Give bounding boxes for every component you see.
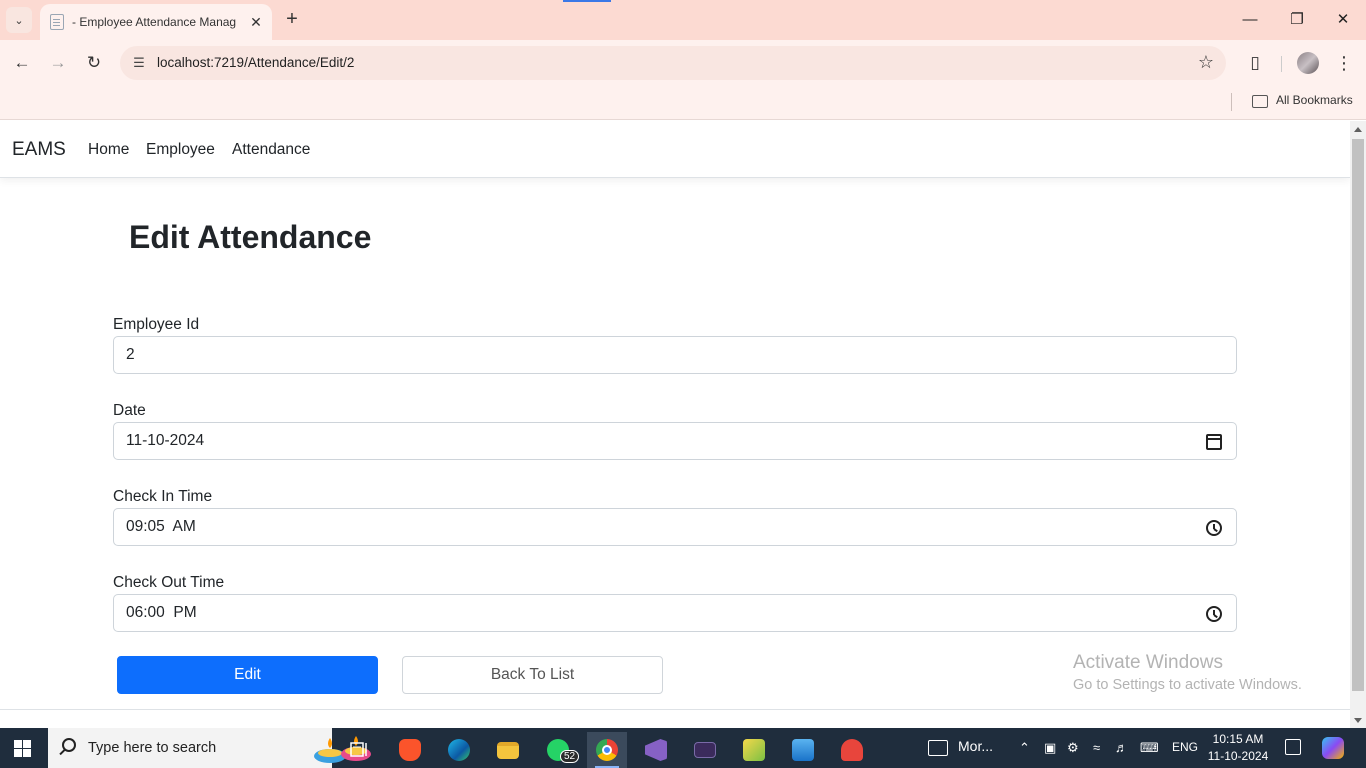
close-window-button[interactable]: ✕	[1331, 8, 1355, 32]
check-in-time-value: 09:05 AM	[126, 518, 196, 535]
copilot-icon[interactable]	[1322, 737, 1344, 759]
check-out-time-input[interactable]: 06:00 PM	[113, 594, 1237, 632]
forward-arrow-icon[interactable]: →	[46, 51, 70, 75]
back-to-list-button[interactable]: Back To List	[402, 656, 663, 694]
employee-id-label: Employee Id	[113, 316, 200, 333]
date-input[interactable]: 11-10-2024	[113, 422, 1237, 460]
tab-title: - Employee Attendance Manag	[72, 15, 237, 29]
activate-windows-subtitle: Go to Settings to activate Windows.	[1073, 677, 1302, 693]
browser-tabstrip: ⌄ - Employee Attendance Manag ✕ + — ❐ ✕	[0, 0, 1366, 40]
volume-icon[interactable]: ♬	[1115, 740, 1128, 755]
new-tab-button[interactable]: +	[280, 8, 304, 32]
scroll-up-icon[interactable]	[1354, 127, 1362, 132]
clock-icon[interactable]	[1206, 606, 1222, 622]
employee-id-input[interactable]: 2	[113, 336, 1237, 374]
check-out-time-value: 06:00 PM	[126, 604, 197, 621]
input-indicator-icon[interactable]: ⚙	[1067, 740, 1079, 756]
meet-now-icon[interactable]: ▣	[1044, 740, 1056, 756]
news-widget-text[interactable]: Mor...	[958, 738, 993, 754]
footer-divider	[0, 709, 1350, 710]
back-arrow-icon[interactable]: ←	[10, 51, 34, 75]
scrollbar-thumb[interactable]	[1352, 139, 1364, 691]
check-out-time-label: Check Out Time	[113, 574, 225, 591]
browser-tab-active[interactable]: - Employee Attendance Manag ✕	[40, 4, 272, 40]
system-clock[interactable]: 10:15 AM 11-10-2024	[1200, 731, 1276, 765]
url-text[interactable]: localhost:7219/Attendance/Edit/2	[157, 55, 354, 70]
bookmarks-divider	[1231, 93, 1232, 111]
page-title: Edit Attendance	[129, 219, 372, 255]
address-bar[interactable]: ☰ localhost:7219/Attendance/Edit/2 ☆	[120, 46, 1226, 80]
minimize-window-button[interactable]: —	[1238, 8, 1262, 32]
windows-start-icon[interactable]	[14, 740, 31, 757]
nav-link-attendance[interactable]: Attendance	[232, 141, 310, 159]
clock-icon[interactable]	[1206, 520, 1222, 536]
keyboard-icon[interactable]: ⌨	[1140, 740, 1159, 756]
nav-link-home[interactable]: Home	[88, 141, 129, 159]
news-widget-icon[interactable]	[928, 740, 948, 756]
profile-avatar[interactable]	[1297, 52, 1319, 74]
page-scrollbar[interactable]	[1350, 121, 1366, 728]
photos-app-icon[interactable]	[783, 732, 823, 768]
clock-date: 11-10-2024	[1207, 749, 1269, 763]
chrome-browser-icon[interactable]	[587, 732, 627, 768]
git-tool-icon[interactable]	[832, 732, 872, 768]
clock-time: 10:15 AM	[1212, 732, 1264, 746]
edge-browser-icon[interactable]	[439, 732, 479, 768]
page-favicon-icon	[50, 14, 64, 30]
browser-toolbar: ← → ↻ ☰ localhost:7219/Attendance/Edit/2…	[0, 40, 1366, 86]
edit-submit-button[interactable]: Edit	[117, 656, 378, 694]
folder-icon[interactable]	[1252, 95, 1268, 108]
search-icon	[62, 738, 76, 752]
restore-window-button[interactable]: ❐	[1285, 8, 1309, 32]
snipping-tool-icon[interactable]	[734, 732, 774, 768]
page-viewport: EAMS Home Employee Attendance Edit Atten…	[0, 121, 1350, 728]
employee-id-value: 2	[126, 346, 135, 363]
bookmark-star-icon[interactable]: ☆	[1198, 52, 1214, 73]
whatsapp-icon[interactable]: 52	[538, 732, 580, 768]
language-indicator[interactable]: ENG	[1172, 740, 1198, 754]
check-in-time-input[interactable]: 09:05 AM	[113, 508, 1237, 546]
file-explorer-icon[interactable]	[488, 732, 528, 768]
brave-browser-icon[interactable]	[390, 732, 430, 768]
windows-taskbar: Type here to search 52 Mor... ⌃ ▣ ⚙ ≈ ♬ …	[0, 728, 1366, 768]
whatsapp-badge: 52	[560, 750, 580, 763]
site-info-icon[interactable]: ☰	[130, 54, 148, 72]
extensions-puzzle-icon[interactable]: ▯	[1243, 51, 1267, 75]
tab-search-dropdown-icon[interactable]: ⌄	[6, 7, 32, 33]
reload-icon[interactable]: ↻	[82, 51, 106, 75]
tab-drag-indicator	[563, 0, 611, 2]
site-navbar: EAMS Home Employee Attendance	[0, 121, 1350, 178]
taskbar-search-box[interactable]: Type here to search	[48, 728, 371, 768]
brand-link[interactable]: EAMS	[12, 139, 66, 161]
wifi-icon[interactable]: ≈	[1093, 740, 1100, 755]
date-label: Date	[113, 402, 146, 419]
date-value: 11-10-2024	[126, 432, 205, 449]
nav-link-employee[interactable]: Employee	[146, 141, 215, 159]
all-bookmarks-link[interactable]: All Bookmarks	[1276, 93, 1353, 107]
check-in-time-label: Check In Time	[113, 488, 213, 505]
browser-menu-icon[interactable]: ⋮	[1334, 51, 1354, 75]
show-hidden-icons-icon[interactable]: ⌃	[1019, 740, 1030, 756]
activate-windows-title: Activate Windows	[1073, 652, 1223, 673]
calendar-icon[interactable]	[1206, 434, 1222, 450]
terminal-icon[interactable]	[685, 732, 725, 768]
tab-close-icon[interactable]: ✕	[248, 14, 264, 31]
notification-center-icon[interactable]	[1285, 739, 1301, 755]
visual-studio-icon[interactable]	[636, 732, 676, 768]
search-placeholder: Type here to search	[88, 740, 217, 756]
bookmarks-bar: All Bookmarks	[0, 86, 1366, 120]
scroll-down-icon[interactable]	[1354, 718, 1362, 723]
task-view-icon[interactable]	[340, 732, 380, 768]
toolbar-divider	[1281, 56, 1282, 72]
